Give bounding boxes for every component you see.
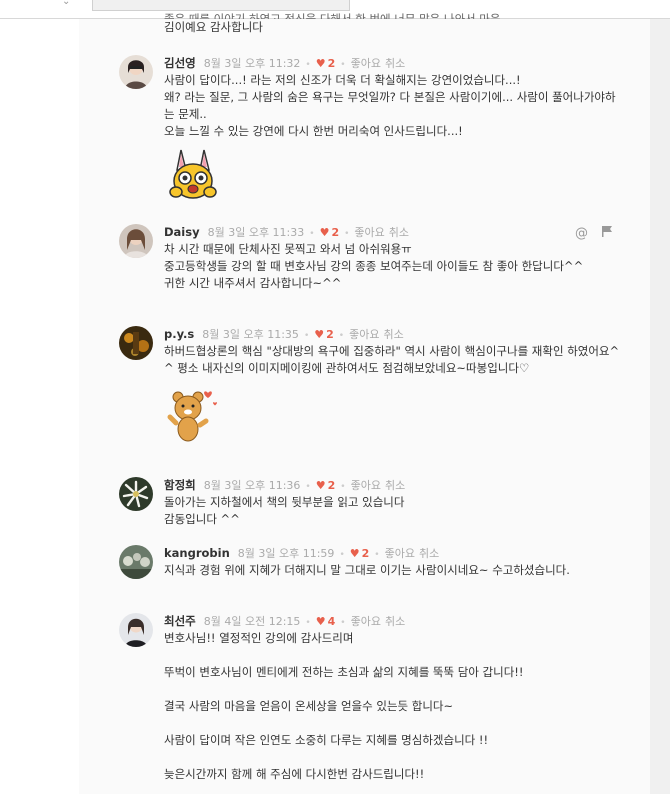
cancel-like-button[interactable]: 취소 bbox=[385, 57, 405, 70]
heart-icon: ♥ bbox=[315, 615, 326, 628]
comment-actions: @ bbox=[561, 226, 612, 241]
mention-icon[interactable]: @ bbox=[575, 226, 588, 241]
comment-body: 함정희 8월 3일 오후 11:36 • ♥ 2 • 좋아요 취소 돌아가는 지하철에서 책의… bbox=[164, 477, 622, 528]
separator-dot: • bbox=[305, 60, 311, 70]
comment-meta: 김선영 8월 3일 오후 11:32 • ♥ 2 • 좋아요 취소 bbox=[164, 55, 622, 72]
separator-dot: • bbox=[339, 550, 345, 560]
avatar[interactable] bbox=[119, 55, 153, 89]
rabbit-emoticon-icon bbox=[164, 146, 224, 206]
separator-dot: • bbox=[305, 482, 311, 492]
comment-author[interactable]: 김선영 bbox=[164, 56, 196, 70]
partial-comment: 좋은 때를 이야기 하였고 정신을 다해서 한 번에 너무 많은 나와서 마음 … bbox=[79, 12, 650, 39]
cancel-like-button[interactable]: 취소 bbox=[389, 226, 409, 239]
comment-body: kangrobin 8월 3일 오후 11:59 • ♥ 2 • 좋아요 취소 지식과 경험 … bbox=[164, 545, 622, 579]
comment-body: 최선주 8월 4일 오전 12:15 • ♥ 4 • 좋아요 취소 변호사님!! 열정적인 강… bbox=[164, 613, 622, 783]
comment-text: 사람이 답이다...! 라는 저의 신조가 더욱 더 확실해지는 강연이었습니다… bbox=[164, 73, 616, 138]
comment-body: Daisy 8월 3일 오후 11:33 • ♥ 2 • 좋아요 취소 차 시간 때문에 단체… bbox=[164, 224, 622, 292]
separator-dot: • bbox=[303, 331, 310, 341]
comment-meta: p.y.s 8월 3일 오후 11:35 • ♥ 2 • 좋아요 취소 bbox=[164, 326, 622, 343]
cancel-like-button[interactable]: 취소 bbox=[385, 615, 405, 628]
like-button[interactable]: 좋아요 bbox=[351, 57, 381, 70]
flag-icon[interactable] bbox=[602, 226, 612, 241]
like-count: 2 bbox=[327, 479, 336, 492]
like-count: 2 bbox=[361, 547, 370, 560]
comment-text: 지식과 경험 위에 지혜가 더해지니 말 그대로 이기는 사람이시네요~ 수고하… bbox=[164, 563, 570, 577]
comment-meta: 함정희 8월 3일 오후 11:36 • ♥ 2 • 좋아요 취소 bbox=[164, 477, 622, 494]
cancel-like-button[interactable]: 취소 bbox=[385, 479, 405, 492]
comment-date[interactable]: 8월 3일 오후 11:33 bbox=[208, 226, 305, 239]
comment-author[interactable]: kangrobin bbox=[164, 546, 230, 560]
comment-author[interactable]: Daisy bbox=[164, 225, 200, 239]
comment-text: 돌아가는 지하철에서 책의 뒷부분을 읽고 있습니다 감동입니다 ^^ bbox=[164, 495, 405, 526]
avatar[interactable] bbox=[119, 224, 153, 258]
scrollbar-track[interactable] bbox=[650, 19, 670, 794]
cancel-like-button[interactable]: 취소 bbox=[383, 328, 403, 341]
heart-icon: ♥ bbox=[315, 57, 326, 70]
avatar[interactable] bbox=[119, 613, 153, 647]
comment-date[interactable]: 8월 3일 오후 11:35 bbox=[202, 328, 299, 341]
comment-meta: kangrobin 8월 3일 오후 11:59 • ♥ 2 • 좋아요 취소 bbox=[164, 545, 622, 562]
chevron-icon[interactable]: ⌄ bbox=[62, 0, 70, 7]
separator-dot: • bbox=[338, 331, 345, 341]
separator-dot: • bbox=[344, 229, 350, 239]
like-button[interactable]: 좋아요 bbox=[351, 615, 381, 628]
like-count: 4 bbox=[327, 615, 336, 628]
comment-text: 차 시간 때문에 단체사진 못찍고 와서 넘 아쉬워용ㅠ 중고등학생들 강의 할… bbox=[164, 242, 584, 290]
ryan-emoticon-icon bbox=[164, 385, 224, 445]
left-gutter bbox=[0, 19, 79, 794]
separator-dot: • bbox=[309, 229, 315, 239]
comment-author[interactable]: p.y.s bbox=[164, 327, 194, 341]
like-count: 2 bbox=[327, 57, 336, 70]
separator-dot: • bbox=[374, 550, 380, 560]
like-button[interactable]: 좋아요 bbox=[385, 547, 415, 560]
heart-icon: ♥ bbox=[314, 328, 325, 341]
avatar[interactable] bbox=[119, 477, 153, 511]
comment-date[interactable]: 8월 4일 오전 12:15 bbox=[204, 615, 301, 628]
comment-meta: Daisy 8월 3일 오후 11:33 • ♥ 2 • 좋아요 취소 bbox=[164, 224, 622, 241]
heart-icon: ♥ bbox=[319, 226, 330, 239]
comment-date[interactable]: 8월 3일 오후 11:59 bbox=[238, 547, 335, 560]
like-count: 2 bbox=[326, 328, 334, 341]
like-button[interactable]: 좋아요 bbox=[351, 479, 381, 492]
search-input[interactable] bbox=[92, 0, 350, 11]
comment-author[interactable]: 최선주 bbox=[164, 614, 196, 628]
comment-body: p.y.s 8월 3일 오후 11:35 • ♥ 2 • 좋아요 취소 하버드협상론의 핵심 … bbox=[164, 326, 622, 445]
like-count: 2 bbox=[331, 226, 340, 239]
comment-author[interactable]: 함정희 bbox=[164, 478, 196, 492]
comment-date[interactable]: 8월 3일 오후 11:32 bbox=[204, 57, 301, 70]
partial-comment-line-b: 김이예요 감사합니다 bbox=[164, 20, 263, 34]
partial-comment-line-a: 좋은 때를 이야기 하였고 정신을 다해서 한 번에 너무 많은 나와서 마음 bbox=[164, 12, 501, 19]
comment-text: 변호사님!! 열정적인 강의에 감사드리며 뚜벅이 변호사님이 멘티에게 전하는… bbox=[164, 631, 524, 781]
separator-dot: • bbox=[340, 482, 346, 492]
partial-comment-text: 좋은 때를 이야기 하였고 정신을 다해서 한 번에 너무 많은 나와서 마음 … bbox=[164, 11, 500, 36]
separator-dot: • bbox=[340, 60, 346, 70]
heart-icon: ♥ bbox=[349, 547, 360, 560]
separator-dot: • bbox=[340, 618, 346, 628]
comment-body: 김선영 8월 3일 오후 11:32 • ♥ 2 • 좋아요 취소 사람이 답이다...! 라… bbox=[164, 55, 622, 206]
cancel-like-button[interactable]: 취소 bbox=[419, 547, 439, 560]
comment-date[interactable]: 8월 3일 오후 11:36 bbox=[204, 479, 301, 492]
avatar[interactable] bbox=[119, 326, 153, 360]
comment-panel: 좋은 때를 이야기 하였고 정신을 다해서 한 번에 너무 많은 나와서 마음 … bbox=[79, 12, 650, 794]
heart-icon: ♥ bbox=[315, 479, 326, 492]
like-button[interactable]: 좋아요 bbox=[354, 226, 384, 239]
separator-dot: • bbox=[305, 618, 311, 628]
avatar[interactable] bbox=[119, 545, 153, 579]
comment-meta: 최선주 8월 4일 오전 12:15 • ♥ 4 • 좋아요 취소 bbox=[164, 613, 622, 630]
comment-text: 하버드협상론의 핵심 "상대방의 욕구에 집중하라" 역시 사람이 핵심이구나를… bbox=[164, 344, 620, 375]
like-button[interactable]: 좋아요 bbox=[349, 328, 379, 341]
